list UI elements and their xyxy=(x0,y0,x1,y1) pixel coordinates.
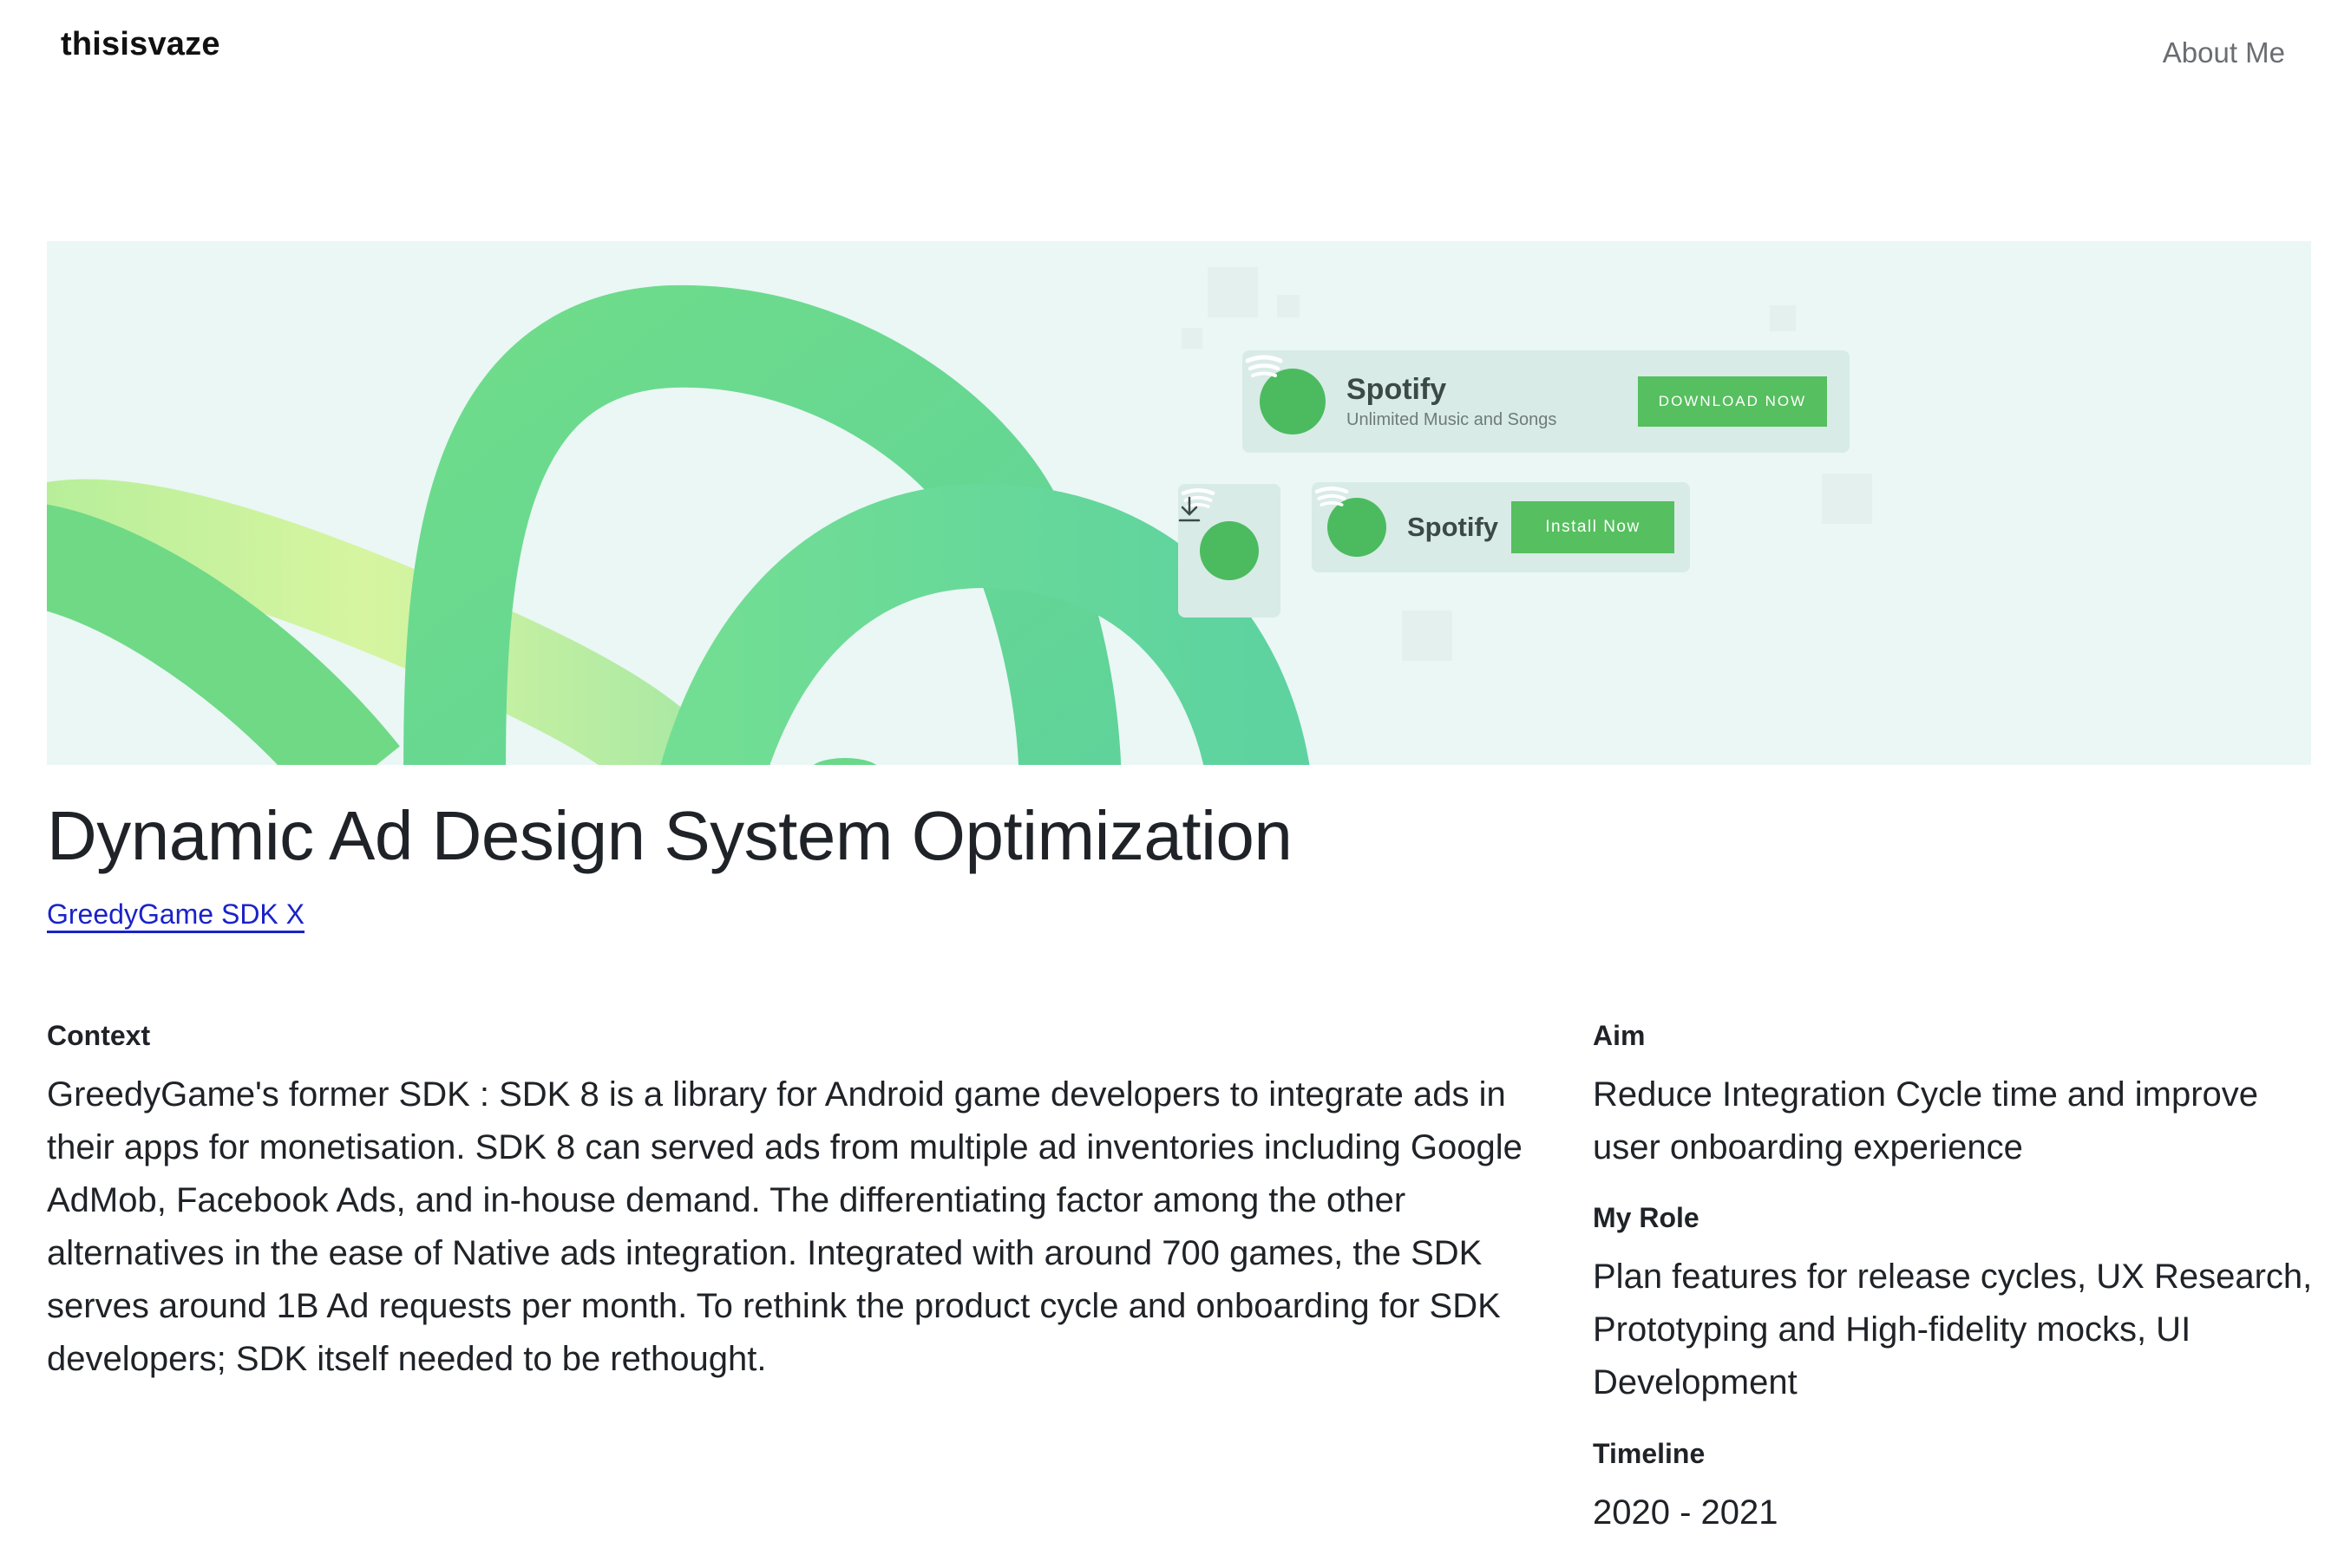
page-title: Dynamic Ad Design System Optimization xyxy=(47,797,1293,874)
spotify-icon xyxy=(1245,355,1326,434)
ad-subtitle: Unlimited Music and Songs xyxy=(1346,410,1557,429)
page: thisisvaze About Me Spotify Unlimited Mu… xyxy=(0,0,2351,1568)
aim-text: Reduce Integration Cycle time and improv… xyxy=(1593,1075,2259,1166)
decor-square xyxy=(1208,267,1258,317)
decor-square xyxy=(1402,611,1452,661)
ad-mock-compact: Spotify Install Now xyxy=(1312,482,1690,572)
spotify-icon xyxy=(1181,487,1259,580)
decor-square xyxy=(1822,474,1872,524)
decor-square xyxy=(1182,328,1202,349)
site-brand[interactable]: thisisvaze xyxy=(61,26,220,63)
project-link[interactable]: GreedyGame SDK X xyxy=(47,898,305,931)
nav-about-me[interactable]: About Me xyxy=(2163,36,2285,69)
ad-mock-icon-tile xyxy=(1178,484,1280,617)
timeline-label: Timeline xyxy=(1593,1438,1706,1469)
decor-square xyxy=(1277,295,1300,317)
ad-download-button: DOWNLOAD NOW xyxy=(1638,376,1827,427)
download-icon xyxy=(1178,496,1201,522)
context-text: GreedyGame's former SDK : SDK 8 is a lib… xyxy=(47,1075,1523,1378)
spotify-icon xyxy=(1314,486,1386,557)
context-label: Context xyxy=(47,1020,151,1051)
decor-square xyxy=(1770,305,1796,331)
hero-image: Spotify Unlimited Music and Songs DOWNLO… xyxy=(47,241,2311,765)
ad-title: Spotify xyxy=(1407,512,1499,542)
timeline-text: 2020 - 2021 xyxy=(1593,1493,1778,1532)
ad-mock-banner: Spotify Unlimited Music and Songs DOWNLO… xyxy=(1242,350,1850,453)
aim-label: Aim xyxy=(1593,1020,1646,1051)
role-text: Plan features for release cycles, UX Res… xyxy=(1593,1258,2313,1401)
role-label: My Role xyxy=(1593,1202,1699,1233)
ad-title: Spotify xyxy=(1346,373,1447,406)
ad-install-button: Install Now xyxy=(1511,501,1674,553)
